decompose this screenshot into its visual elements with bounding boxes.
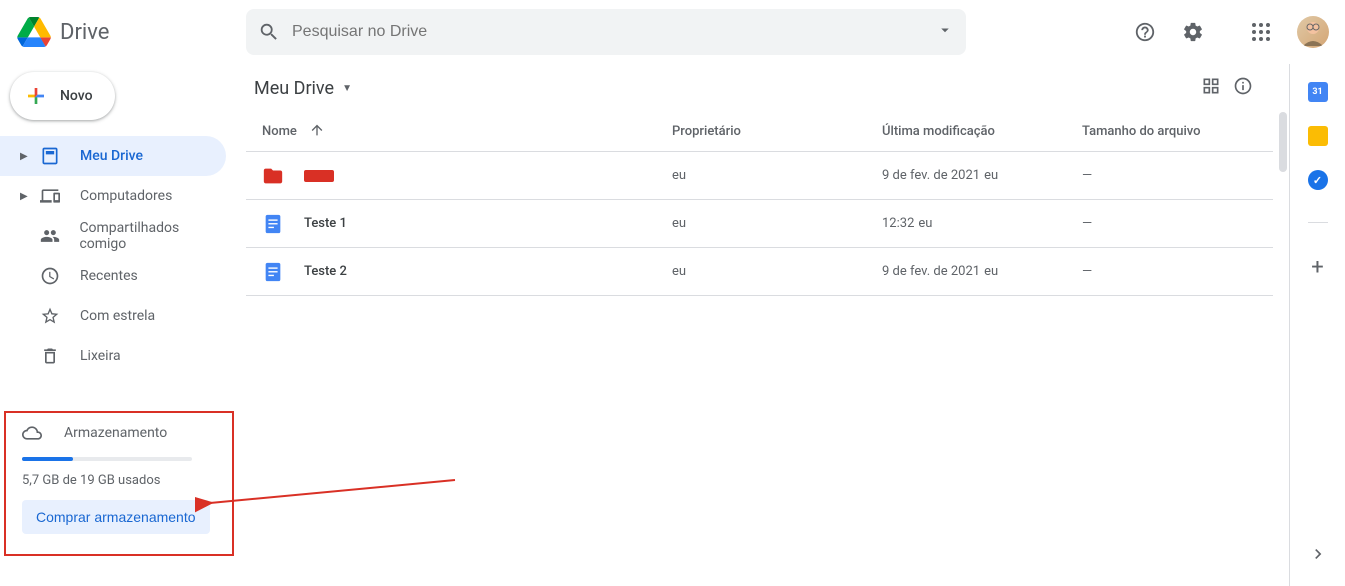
- nav-label: Meu Drive: [80, 148, 143, 164]
- file-area: Meu Drive ▼ Nome: [238, 64, 1289, 586]
- storage-label-row[interactable]: Armazenamento: [22, 423, 216, 443]
- buy-storage-button[interactable]: Comprar armazenamento: [22, 500, 210, 534]
- sidebar-item-recent[interactable]: Recentes: [0, 256, 226, 296]
- breadcrumb-title[interactable]: Meu Drive ▼: [254, 78, 352, 99]
- search-icon: [258, 21, 280, 43]
- view-controls: [1201, 76, 1253, 100]
- file-row[interactable]: eu 9 de fev. de 2021eu —: [246, 152, 1273, 200]
- scrollbar-thumb[interactable]: [1279, 112, 1287, 172]
- app-title: Drive: [60, 20, 109, 45]
- calendar-icon[interactable]: [1308, 82, 1328, 102]
- expand-icon[interactable]: ▶: [20, 191, 32, 202]
- header: Drive: [0, 0, 1345, 64]
- add-addon-icon[interactable]: +: [1311, 255, 1323, 280]
- nav-label: Lixeira: [80, 348, 121, 364]
- storage-usage-text: 5,7 GB de 19 GB usados: [22, 473, 216, 488]
- my-drive-icon: [38, 146, 62, 166]
- sidebar-item-computers[interactable]: ▶ Computadores: [0, 176, 226, 216]
- sidebar-item-starred[interactable]: Com estrela: [0, 296, 226, 336]
- scrollbar[interactable]: [1275, 112, 1289, 586]
- plus-icon: [24, 84, 48, 108]
- folder-icon: [262, 165, 286, 187]
- recent-icon: [38, 266, 62, 286]
- logo-area[interactable]: Drive: [8, 12, 246, 52]
- shared-icon: [38, 226, 61, 246]
- file-owner: eu: [672, 216, 882, 231]
- nav-label: Computadores: [80, 188, 172, 204]
- nav-label: Com estrela: [80, 308, 155, 324]
- storage-progress-fill: [22, 457, 73, 461]
- breadcrumb-bar: Meu Drive ▼: [246, 64, 1273, 112]
- sidebar-item-trash[interactable]: Lixeira: [0, 336, 226, 376]
- search-input[interactable]: [292, 23, 936, 41]
- side-panel: +: [1289, 64, 1345, 586]
- computers-icon: [38, 186, 62, 206]
- account-avatar[interactable]: [1297, 16, 1329, 48]
- col-size-header[interactable]: Tamanho do arquivo: [1082, 124, 1273, 139]
- help-icon[interactable]: [1125, 12, 1165, 52]
- col-owner-header[interactable]: Proprietário: [672, 124, 882, 139]
- file-modified: 9 de fev. de 2021eu: [882, 264, 1082, 279]
- file-name: Teste 2: [304, 264, 347, 279]
- nav-label: Recentes: [80, 268, 138, 284]
- trash-icon: [38, 346, 62, 366]
- breadcrumb-label: Meu Drive: [254, 78, 334, 99]
- drive-logo-icon: [14, 12, 54, 52]
- storage-progress: [22, 457, 192, 461]
- file-row[interactable]: Teste 1 eu 12:32eu —: [246, 200, 1273, 248]
- apps-icon[interactable]: [1241, 12, 1281, 52]
- main: Novo ▶ Meu Drive ▶ Computadores: [0, 64, 1345, 586]
- nav: ▶ Meu Drive ▶ Computadores Compartilhado…: [0, 136, 238, 376]
- grid-view-icon[interactable]: [1201, 76, 1221, 100]
- file-size: —: [1082, 168, 1273, 183]
- sidebar-item-my-drive[interactable]: ▶ Meu Drive: [0, 136, 226, 176]
- cloud-icon: [22, 423, 46, 443]
- file-owner: eu: [672, 264, 882, 279]
- search-options-icon[interactable]: [936, 21, 954, 43]
- doc-icon: [262, 261, 286, 283]
- file-modified: 12:32eu: [882, 216, 1082, 231]
- expand-icon[interactable]: ▶: [20, 151, 32, 162]
- table-header: Nome Proprietário Última modificação Tam…: [246, 112, 1273, 152]
- nav-label: Compartilhados comigo: [79, 220, 226, 252]
- sidebar: Novo ▶ Meu Drive ▶ Computadores: [0, 64, 238, 586]
- header-actions: [966, 12, 1337, 52]
- doc-icon: [262, 213, 286, 235]
- file-row[interactable]: Teste 2 eu 9 de fev. de 2021eu —: [246, 248, 1273, 296]
- tasks-icon[interactable]: [1308, 170, 1328, 190]
- file-name: Teste 1: [304, 216, 347, 231]
- storage-label: Armazenamento: [64, 425, 167, 441]
- file-modified: 9 de fev. de 2021eu: [882, 168, 1082, 183]
- sidebar-item-shared[interactable]: Compartilhados comigo: [0, 216, 226, 256]
- info-icon[interactable]: [1233, 76, 1253, 100]
- new-button[interactable]: Novo: [10, 72, 115, 120]
- col-name-header[interactable]: Nome: [262, 122, 672, 142]
- file-size: —: [1082, 264, 1273, 279]
- settings-icon[interactable]: [1173, 12, 1213, 52]
- new-button-label: Novo: [60, 88, 93, 104]
- content: Meu Drive ▼ Nome: [238, 64, 1345, 586]
- star-icon: [38, 306, 62, 326]
- col-modified-header[interactable]: Última modificação: [882, 124, 1082, 139]
- file-name-redacted: [304, 170, 334, 182]
- hide-panel-icon[interactable]: [1308, 544, 1328, 568]
- storage-section: Armazenamento 5,7 GB de 19 GB usados Com…: [4, 411, 234, 556]
- search-bar[interactable]: [246, 9, 966, 55]
- sort-arrow-icon: [309, 122, 325, 142]
- file-owner: eu: [672, 168, 882, 183]
- file-size: —: [1082, 216, 1273, 231]
- chevron-down-icon: ▼: [342, 83, 352, 94]
- keep-icon[interactable]: [1308, 126, 1328, 146]
